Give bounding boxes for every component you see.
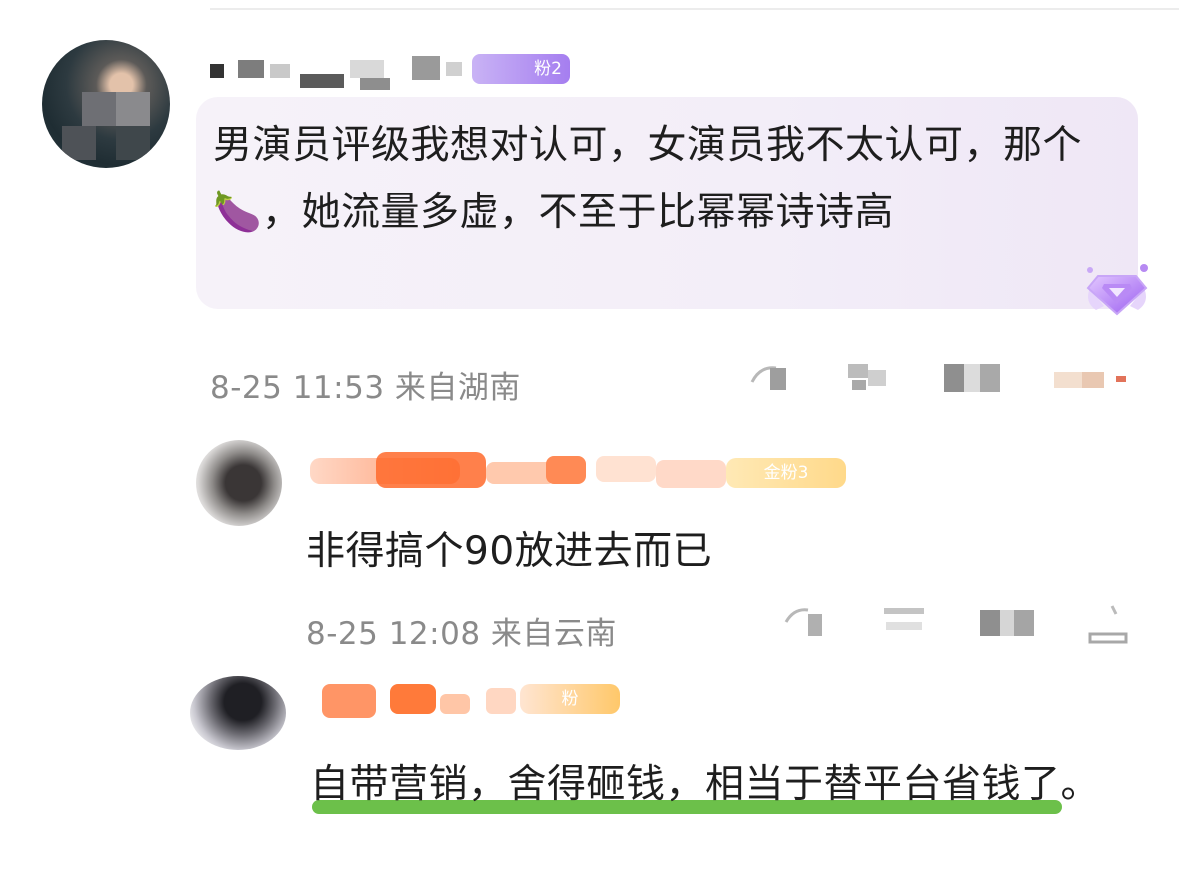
username-blurred[interactable]: 粉 bbox=[306, 680, 626, 724]
more-icon[interactable] bbox=[1086, 604, 1132, 644]
mosaic-block bbox=[116, 126, 150, 160]
top-divider bbox=[210, 8, 1179, 10]
username-blurred[interactable]: 金粉3 bbox=[306, 452, 856, 496]
comment-meta: 8-25 11:53 来自湖南 bbox=[210, 362, 521, 407]
like-icon[interactable] bbox=[944, 362, 1002, 394]
avatar[interactable] bbox=[42, 40, 170, 168]
like-icon[interactable] bbox=[980, 604, 1038, 636]
reply-location: 来自云南 bbox=[490, 616, 617, 652]
fan-badge-label: 金粉3 bbox=[763, 463, 809, 483]
mosaic-block bbox=[82, 92, 116, 126]
reply-text: 非得搞个90放进去而已 bbox=[306, 529, 713, 574]
avatar[interactable] bbox=[190, 676, 286, 750]
fan-level-badge: 粉 bbox=[520, 684, 620, 714]
share-icon[interactable] bbox=[748, 362, 796, 394]
mosaic-block bbox=[116, 92, 150, 126]
comment-icon[interactable] bbox=[884, 604, 930, 636]
reply-text: 自带营销，舍得砸钱，相当于替平台省钱了。 bbox=[310, 762, 1101, 807]
more-icon[interactable] bbox=[1054, 362, 1134, 394]
comment-time: 8-25 11:53 bbox=[210, 370, 385, 406]
share-icon[interactable] bbox=[782, 604, 830, 636]
fan-level-badge: 金粉3 bbox=[726, 458, 846, 488]
comment-icon[interactable] bbox=[848, 362, 894, 394]
reply-time: 8-25 12:08 bbox=[306, 616, 481, 652]
fan-badge-label: 粉 bbox=[561, 689, 579, 709]
comment-text: 男演员评级我想对认可，女演员我不太认可，那个🍆，她流量多虚，不至于比幂幂诗诗高 bbox=[213, 123, 1083, 235]
vip-diamond-icon bbox=[1086, 264, 1148, 316]
fan-badge-label: 粉2 bbox=[534, 59, 562, 79]
reply-meta: 8-25 12:08 来自云南 bbox=[306, 608, 617, 653]
comment-location: 来自湖南 bbox=[394, 370, 521, 406]
avatar[interactable] bbox=[196, 440, 282, 526]
mosaic-block bbox=[62, 126, 96, 160]
fan-level-badge[interactable]: 粉2 bbox=[472, 54, 570, 84]
